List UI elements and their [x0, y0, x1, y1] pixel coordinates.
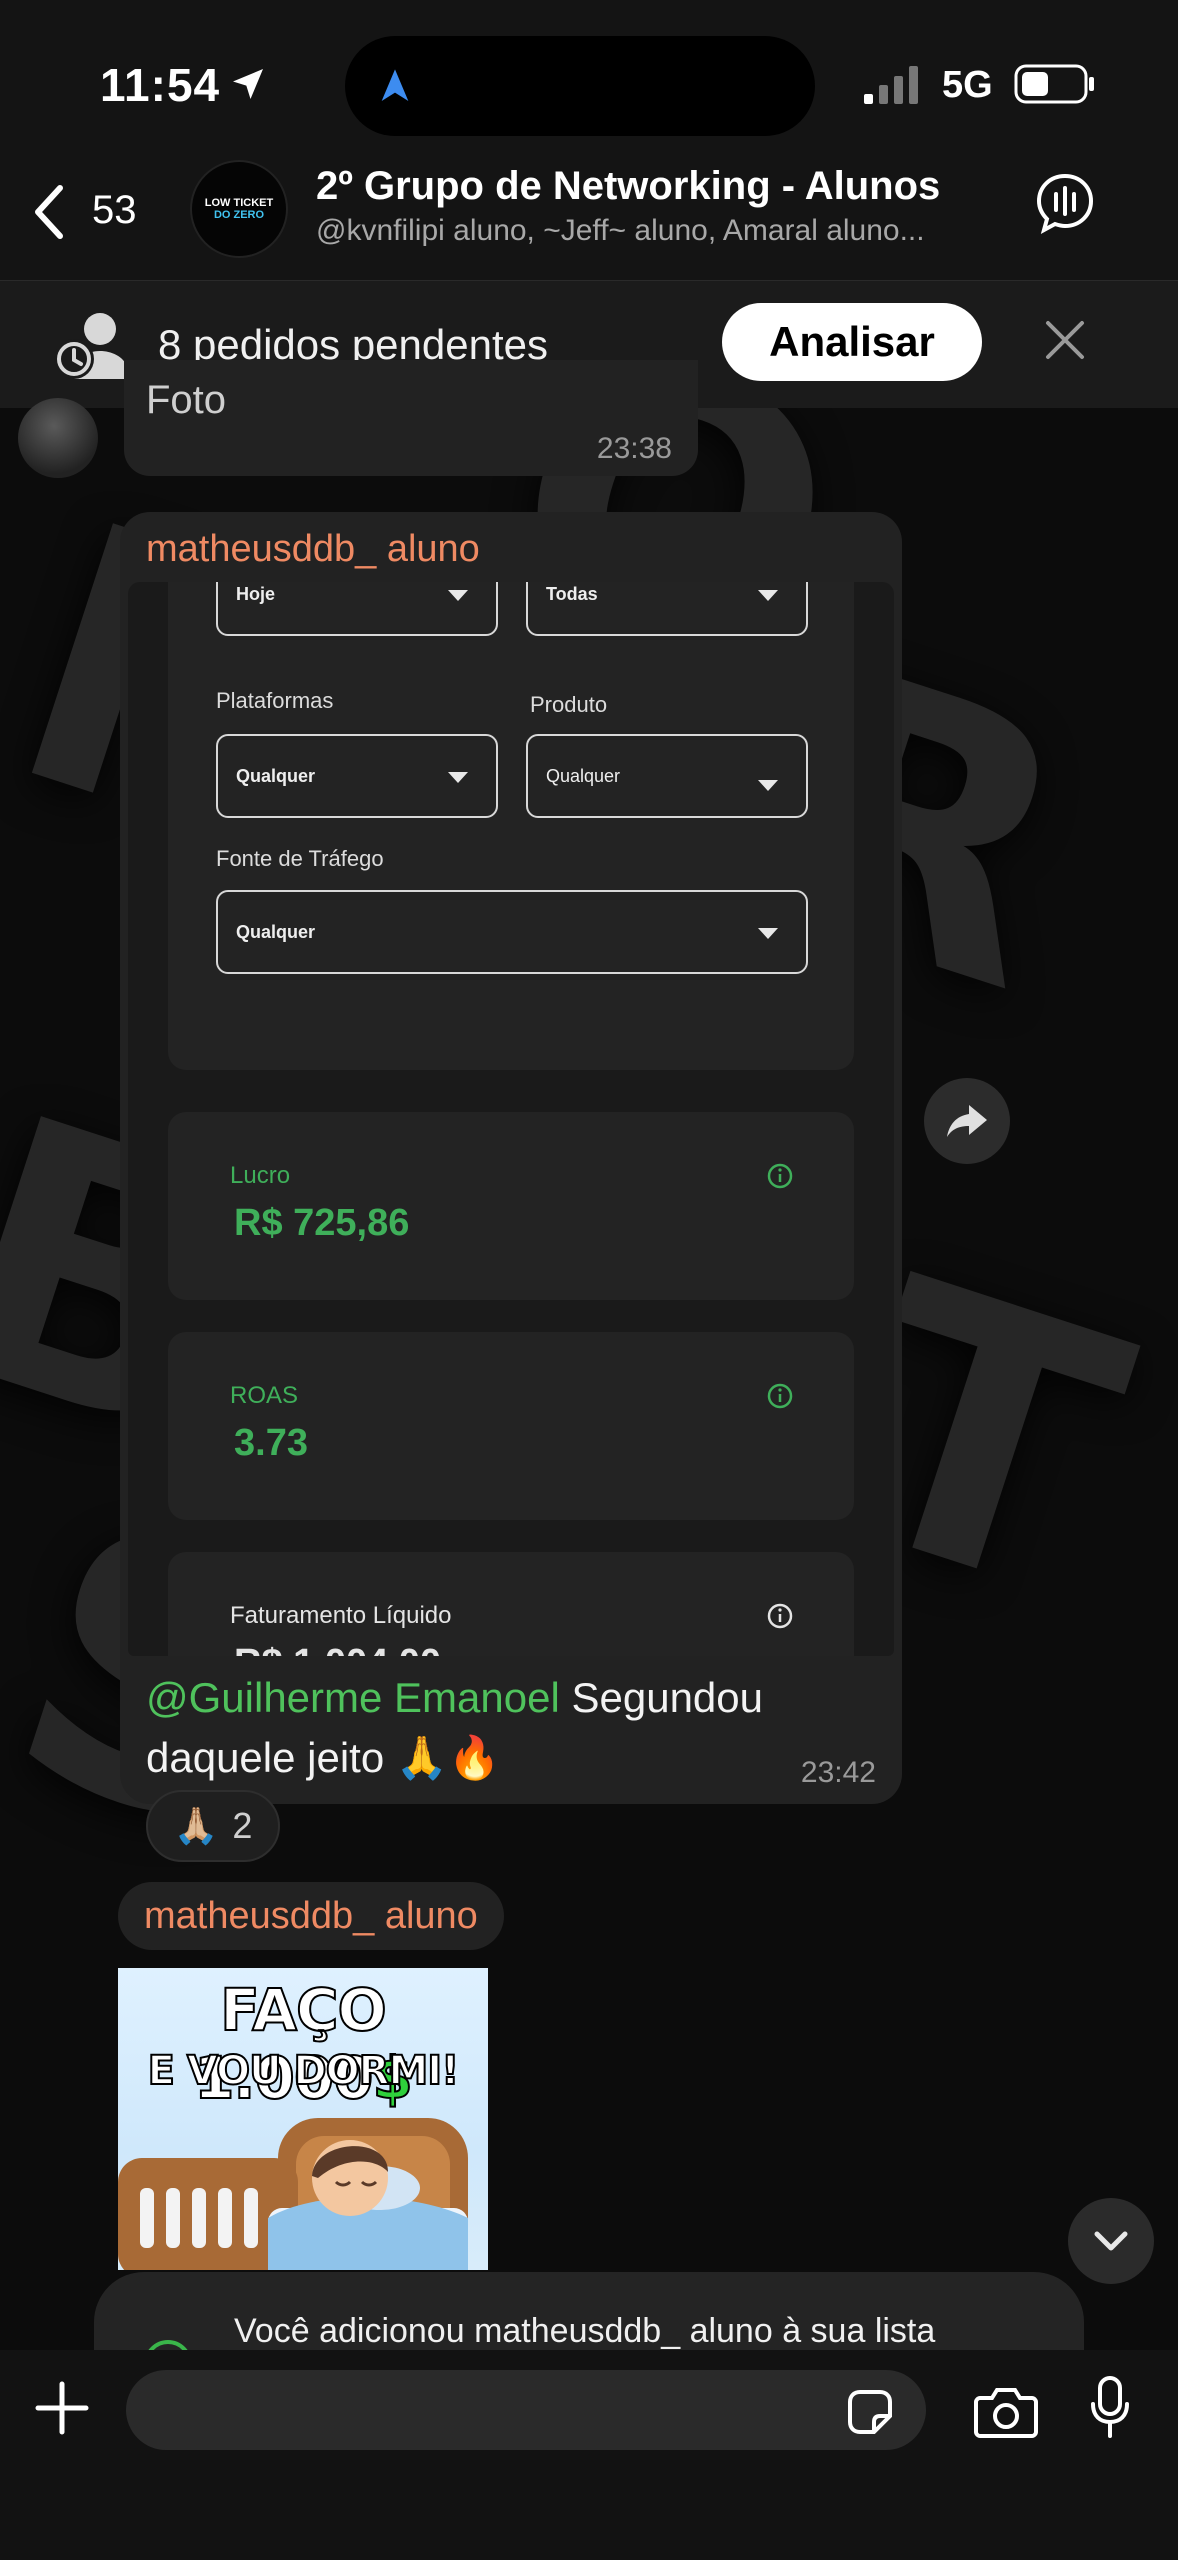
chevron-down-icon [1094, 2231, 1128, 2251]
plus-icon[interactable] [34, 2380, 90, 2436]
avatar-text-line2: DO ZERO [213, 209, 265, 221]
roas-card: ROAS 3.73 [168, 1332, 854, 1520]
previous-message-bubble[interactable]: Foto 23:38 [124, 360, 698, 476]
chevron-down-icon [448, 590, 468, 601]
chat-header: 53 LOW TICKET DO ZERO 2º Grupo de Networ… [0, 160, 1178, 280]
meme-caption-line2: E VOU DORMI! [147, 2047, 461, 2095]
net-revenue-value: R$ 1.004,00 [234, 1642, 441, 1656]
status-time: 11:54 [100, 59, 221, 111]
info-icon [767, 1383, 793, 1409]
period-select: Hoje [216, 582, 498, 636]
sticker-icon[interactable] [846, 2388, 894, 2436]
filters-card: Hoje Todas Plataformas Produto Qualquer … [168, 582, 854, 1070]
sender-avatar[interactable] [18, 398, 98, 478]
profit-value: R$ 725,86 [234, 1202, 410, 1244]
dynamic-island [345, 36, 815, 136]
sender-name[interactable]: matheusddb_ aluno [118, 1882, 504, 1950]
message-input[interactable] [126, 2370, 926, 2450]
photo-label: Foto [146, 378, 227, 422]
net-revenue-label: Faturamento Líquido [230, 1602, 452, 1629]
avatar-text-line1: LOW TICKET [204, 197, 274, 209]
group-avatar[interactable]: LOW TICKET DO ZERO [190, 160, 288, 258]
message-text: @Guilherme Emanoel Segundou daquele jeit… [146, 1668, 866, 1788]
product-label: Produto [530, 692, 608, 717]
roas-value: 3.73 [234, 1422, 308, 1464]
analyze-button[interactable]: Analisar [722, 303, 982, 381]
platforms-label: Plataformas [216, 688, 334, 713]
scroll-down-button[interactable] [1068, 2198, 1154, 2284]
traffic-source-value: Qualquer [236, 922, 316, 942]
traffic-source-select: Qualquer [216, 890, 808, 974]
meme-image[interactable]: FAÇO 1.000$ E VOU DORMI! [118, 1968, 488, 2270]
chevron-down-icon [758, 928, 778, 939]
voice-chat-icon[interactable] [1034, 172, 1096, 234]
close-icon[interactable] [1042, 317, 1088, 363]
product-value: Qualquer [546, 766, 621, 786]
sender-name[interactable]: matheusddb_ aluno [146, 528, 480, 571]
roas-label: ROAS [230, 1382, 299, 1409]
message-input-bar [0, 2350, 1178, 2560]
notice-text: Você adicionou matheusddb_ aluno à sua l… [234, 2312, 936, 2350]
info-icon [767, 1163, 793, 1189]
sleeping-boy-illustration [118, 2118, 468, 2270]
reaction-count: 2 [232, 1805, 253, 1846]
info-icon [767, 1603, 793, 1629]
product-select: Qualquer [526, 734, 808, 818]
battery-icon [1014, 64, 1094, 104]
forward-icon [947, 1105, 987, 1137]
message-time: 23:42 [800, 1756, 876, 1789]
platforms-select: Qualquer [216, 734, 498, 818]
group-title[interactable]: 2º Grupo de Networking - Alunos [316, 164, 940, 209]
account-select: Todas [526, 582, 808, 636]
back-unread-count[interactable]: 53 [92, 188, 137, 233]
camera-icon[interactable] [974, 2384, 1038, 2438]
back-chevron-icon[interactable] [30, 182, 70, 242]
attached-screenshot[interactable]: Hoje Todas Plataformas Produto Qualquer … [128, 582, 894, 1656]
account-value: Todas [546, 584, 598, 604]
message-time: 23:38 [596, 432, 672, 465]
reaction-emoji: 🙏🏼 [173, 1805, 219, 1846]
net-revenue-card: Faturamento Líquido R$ 1.004,00 [168, 1552, 854, 1656]
chevron-down-icon [448, 772, 468, 783]
profit-label: Lucro [230, 1162, 291, 1189]
location-arrow-icon [233, 69, 263, 99]
traffic-source-label: Fonte de Tráfego [216, 846, 384, 871]
period-value: Hoje [236, 584, 276, 604]
reaction-chip[interactable]: 🙏🏼 2 [146, 1790, 280, 1862]
group-members[interactable]: @kvnfilipi aluno, ~Jeff~ aluno, Amaral a… [316, 214, 1006, 248]
chevron-down-icon [758, 590, 778, 601]
navigation-arrow-icon [381, 69, 409, 101]
status-bar: 11:54 5G [0, 0, 1178, 160]
forward-button[interactable] [924, 1078, 1010, 1164]
message-bubble[interactable]: matheusddb_ aluno Hoje Todas Plataformas… [120, 512, 902, 1804]
signal-icon [864, 66, 918, 104]
mention-link[interactable]: @Guilherme Emanoel [146, 1674, 560, 1721]
network-type: 5G [942, 64, 993, 106]
platforms-value: Qualquer [236, 766, 316, 786]
microphone-icon[interactable] [1090, 2376, 1130, 2440]
chevron-down-icon [758, 780, 778, 791]
profit-card: Lucro R$ 725,86 [168, 1112, 854, 1300]
